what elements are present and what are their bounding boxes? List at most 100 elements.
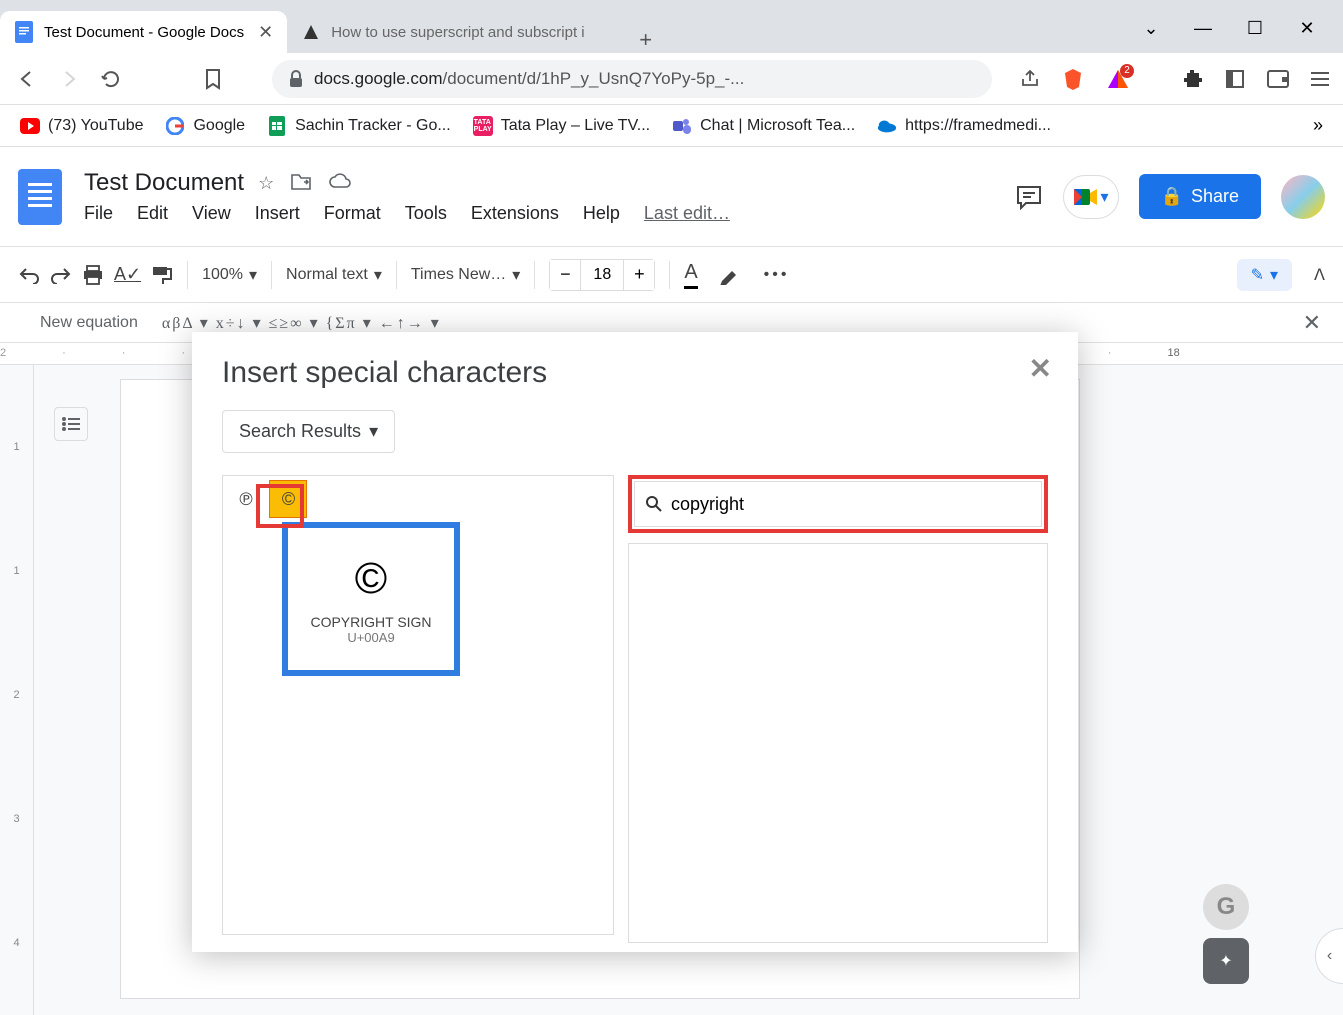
move-icon[interactable] — [290, 173, 312, 194]
account-avatar[interactable] — [1281, 175, 1325, 219]
menu-icon[interactable] — [1311, 70, 1329, 88]
print-icon[interactable] — [82, 265, 104, 285]
bookmarks-overflow-icon[interactable]: » — [1313, 115, 1323, 136]
close-equation-icon[interactable]: ✕ — [1303, 310, 1321, 336]
undo-icon[interactable] — [18, 266, 40, 284]
cloud-icon — [877, 116, 897, 136]
bookmark-youtube[interactable]: (73) YouTube — [20, 116, 143, 136]
style-dropdown[interactable]: Normal text ▾ — [286, 265, 382, 285]
star-icon[interactable]: ☆ — [258, 173, 274, 194]
text-color-icon[interactable]: A — [684, 261, 697, 289]
highlight-icon[interactable] — [718, 265, 740, 285]
menu-file[interactable]: File — [84, 203, 113, 224]
font-size-input[interactable] — [580, 260, 624, 290]
outline-toggle-icon[interactable] — [54, 407, 88, 441]
pencil-icon: ✎ — [1251, 265, 1264, 285]
browser-tab-strip: Test Document - Google Docs ✕ How to use… — [0, 0, 1343, 53]
decrease-font-button[interactable]: − — [550, 260, 580, 290]
tab-inactive[interactable]: How to use superscript and subscript i — [287, 11, 627, 53]
redo-icon[interactable] — [50, 266, 72, 284]
docs-header: Test Document ☆ File Edit View Insert Fo… — [0, 147, 1343, 247]
dropdown-icon[interactable]: ⌄ — [1141, 18, 1161, 39]
chevron-down-icon: ▾ — [374, 265, 382, 285]
new-equation-label[interactable]: New equation — [40, 314, 138, 332]
more-icon[interactable]: ••• — [764, 266, 790, 284]
minimize-icon[interactable]: — — [1193, 18, 1213, 39]
bookmark-teams[interactable]: Chat | Microsoft Tea... — [672, 116, 855, 136]
tab-active[interactable]: Test Document - Google Docs ✕ — [0, 11, 287, 53]
tab-favicon — [301, 22, 321, 42]
chevron-down-icon: ▾ — [369, 421, 378, 442]
google-icon — [165, 116, 185, 136]
docs-toolbar: A✓ 100% ▾ Normal text ▾ Times New… ▾ − +… — [0, 247, 1343, 303]
equation-symbols[interactable]: αβΔ ▾ x÷↓ ▾ ≤≥∞ ▾ {Σπ ▾ ←↑→ ▾ — [162, 313, 441, 333]
forward-icon[interactable] — [56, 66, 82, 92]
meet-button[interactable]: ▾ — [1063, 175, 1119, 219]
annotation-highlight — [256, 484, 304, 528]
document-title[interactable]: Test Document — [84, 169, 244, 197]
search-field[interactable] — [634, 481, 1042, 527]
youtube-icon — [20, 116, 40, 136]
share-button[interactable]: 🔒 Share — [1139, 174, 1261, 219]
font-dropdown[interactable]: Times New… ▾ — [411, 265, 520, 285]
menu-view[interactable]: View — [192, 203, 231, 224]
collapse-toolbar-icon[interactable]: ᐱ — [1314, 265, 1325, 285]
sheets-icon — [267, 116, 287, 136]
menu-format[interactable]: Format — [324, 203, 381, 224]
window-controls: ⌄ — ☐ ✕ — [1141, 18, 1343, 53]
address-bar: docs.google.com/document/d/1hP_y_UsnQ7Yo… — [0, 53, 1343, 105]
comments-icon[interactable] — [1015, 184, 1043, 210]
back-icon[interactable] — [14, 66, 40, 92]
bookmark-icon[interactable] — [200, 66, 226, 92]
editing-mode-button[interactable]: ✎ ▾ — [1237, 259, 1292, 291]
character-tooltip: © COPYRIGHT SIGN U+00A9 — [282, 522, 460, 676]
chevron-down-icon: ▾ — [512, 265, 520, 285]
sidebar-icon[interactable] — [1225, 69, 1245, 89]
extensions-icon[interactable] — [1181, 68, 1203, 90]
url-host: docs.google.com — [314, 69, 443, 88]
tab-close-icon[interactable]: ✕ — [258, 22, 273, 43]
zoom-dropdown[interactable]: 100% ▾ — [202, 265, 257, 285]
tab-title: Test Document - Google Docs — [44, 24, 244, 41]
vertical-ruler[interactable]: 1123456 — [0, 365, 34, 1015]
grammarly-icon[interactable]: G — [1203, 884, 1249, 930]
share-url-icon[interactable] — [1020, 69, 1040, 89]
dialog-close-icon[interactable]: ✕ — [1029, 352, 1052, 385]
menu-insert[interactable]: Insert — [255, 203, 300, 224]
bookmark-tata[interactable]: TATAPLAY Tata Play – Live TV... — [473, 116, 650, 136]
new-tab-button[interactable]: + — [627, 27, 664, 53]
menu-tools[interactable]: Tools — [405, 203, 447, 224]
bookmark-google[interactable]: Google — [165, 116, 245, 136]
close-window-icon[interactable]: ✕ — [1297, 18, 1317, 39]
brave-icon[interactable] — [1062, 67, 1084, 91]
category-dropdown[interactable]: Search Results ▾ — [222, 410, 395, 453]
spellcheck-icon[interactable]: A✓ — [114, 264, 141, 285]
brave-rewards-icon[interactable]: 2 — [1106, 68, 1130, 90]
draw-character-box[interactable] — [628, 543, 1048, 943]
maximize-icon[interactable]: ☐ — [1245, 18, 1265, 39]
menu-extensions[interactable]: Extensions — [471, 203, 559, 224]
menu-help[interactable]: Help — [583, 203, 620, 224]
reload-icon[interactable] — [98, 66, 124, 92]
wallet-icon[interactable] — [1267, 70, 1289, 88]
chevron-down-icon: ▾ — [1101, 187, 1109, 207]
search-input[interactable] — [671, 494, 1031, 515]
tab-title: How to use superscript and subscript i — [331, 24, 584, 41]
tooltip-code: U+00A9 — [347, 630, 394, 645]
bookmark-sheets[interactable]: Sachin Tracker - Go... — [267, 116, 451, 136]
cloud-status-icon[interactable] — [328, 173, 352, 194]
increase-font-button[interactable]: + — [624, 260, 654, 290]
url-path: /document/d/1hP_y_UsnQ7YoPy-5p_-... — [443, 69, 745, 88]
explore-icon[interactable]: ✦ — [1203, 938, 1249, 984]
last-edit-link[interactable]: Last edit… — [644, 203, 730, 224]
bookmarks-bar: (73) YouTube Google Sachin Tracker - Go.… — [0, 105, 1343, 147]
docs-logo-icon[interactable] — [18, 169, 62, 225]
menu-edit[interactable]: Edit — [137, 203, 168, 224]
font-size-control: − + — [549, 259, 655, 291]
teams-icon — [672, 116, 692, 136]
url-field[interactable]: docs.google.com/document/d/1hP_y_UsnQ7Yo… — [272, 60, 992, 98]
bookmark-onedrive[interactable]: https://framedmedi... — [877, 116, 1051, 136]
chevron-down-icon: ▾ — [249, 265, 257, 285]
lock-icon — [288, 70, 304, 88]
paint-format-icon[interactable] — [151, 265, 173, 285]
